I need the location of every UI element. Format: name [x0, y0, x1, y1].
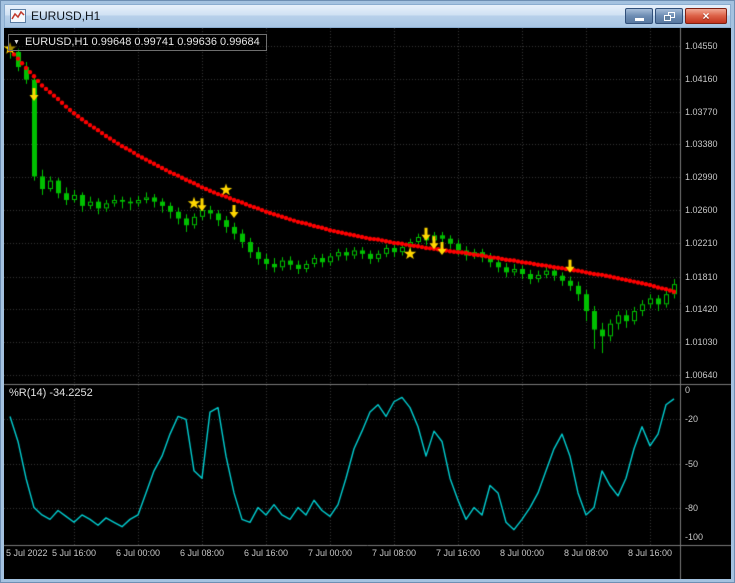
time-axis-label: 6 Jul 16:00 — [243, 548, 289, 558]
price-axis-label: 1.02210 — [685, 237, 718, 248]
window-controls: × — [625, 8, 727, 24]
price-axis-label: 1.01420 — [685, 304, 718, 315]
chart-area: ▼ EURUSD,H1 0.99648 0.99741 0.99636 0.99… — [4, 28, 731, 579]
time-axis-label: 8 Jul 00:00 — [499, 548, 545, 558]
price-chart-canvas[interactable] — [4, 28, 731, 579]
price-axis-label: 1.00640 — [685, 370, 718, 380]
restore-icon — [663, 11, 675, 21]
indicator-axis-label: 0 — [685, 385, 691, 395]
restore-button[interactable] — [655, 8, 683, 24]
price-axis-label: 1.02600 — [685, 205, 718, 216]
time-axis-label: 5 Jul 2022 — [6, 548, 48, 558]
price-axis-label: 1.01030 — [685, 337, 718, 348]
window-titlebar[interactable]: EURUSD,H1 × — [4, 4, 731, 28]
time-axis-label: 8 Jul 08:00 — [563, 548, 609, 558]
symbol-ohlc-text: EURUSD,H1 0.99648 0.99741 0.99636 0.9968… — [24, 36, 260, 48]
price-axis-label: 1.03770 — [685, 106, 718, 117]
symbol-ohlc-label[interactable]: ▼ EURUSD,H1 0.99648 0.99741 0.99636 0.99… — [8, 34, 267, 51]
indicator-label: %R(14) -34.2252 — [9, 387, 93, 399]
price-axis-label: 1.04160 — [685, 73, 718, 84]
price-axis[interactable]: 1.04550 1.04160 1.03770 1.03380 1.02990 1.026… — [681, 28, 731, 579]
time-axis-label: 6 Jul 08:00 — [179, 548, 225, 558]
time-axis-label: 8 Jul 16:00 — [627, 548, 673, 558]
chevron-down-icon: ▼ — [13, 38, 20, 46]
close-icon: × — [702, 9, 710, 23]
price-axis-label: 1.01810 — [685, 271, 718, 282]
time-axis-label: 7 Jul 16:00 — [435, 548, 481, 558]
time-axis-label: 7 Jul 00:00 — [307, 548, 353, 558]
indicator-axis-label: -100 — [685, 532, 704, 542]
indicator-axis-label: -80 — [685, 502, 699, 513]
price-axis-label: 1.02990 — [685, 172, 718, 183]
price-axis-label: 1.03380 — [685, 139, 718, 150]
time-axis-label: 7 Jul 08:00 — [371, 548, 417, 558]
time-axis[interactable]: 5 Jul 2022 5 Jul 16:00 6 Jul 00:00 6 Jul 08… — [4, 547, 680, 562]
indicator-axis-label: -20 — [685, 414, 699, 425]
chart-window: EURUSD,H1 × ▼ EURUSD,H1 0.99648 0.99741 … — [0, 0, 735, 583]
price-axis-label: 1.04550 — [685, 41, 718, 51]
window-title: EURUSD,H1 — [31, 9, 101, 23]
close-button[interactable]: × — [685, 8, 727, 24]
time-axis-label: 6 Jul 00:00 — [115, 548, 161, 558]
time-axis-label: 5 Jul 16:00 — [51, 548, 97, 558]
chart-icon — [10, 9, 26, 23]
minimize-icon — [634, 18, 644, 21]
indicator-axis-label: -50 — [685, 458, 699, 469]
minimize-button[interactable] — [625, 8, 653, 24]
